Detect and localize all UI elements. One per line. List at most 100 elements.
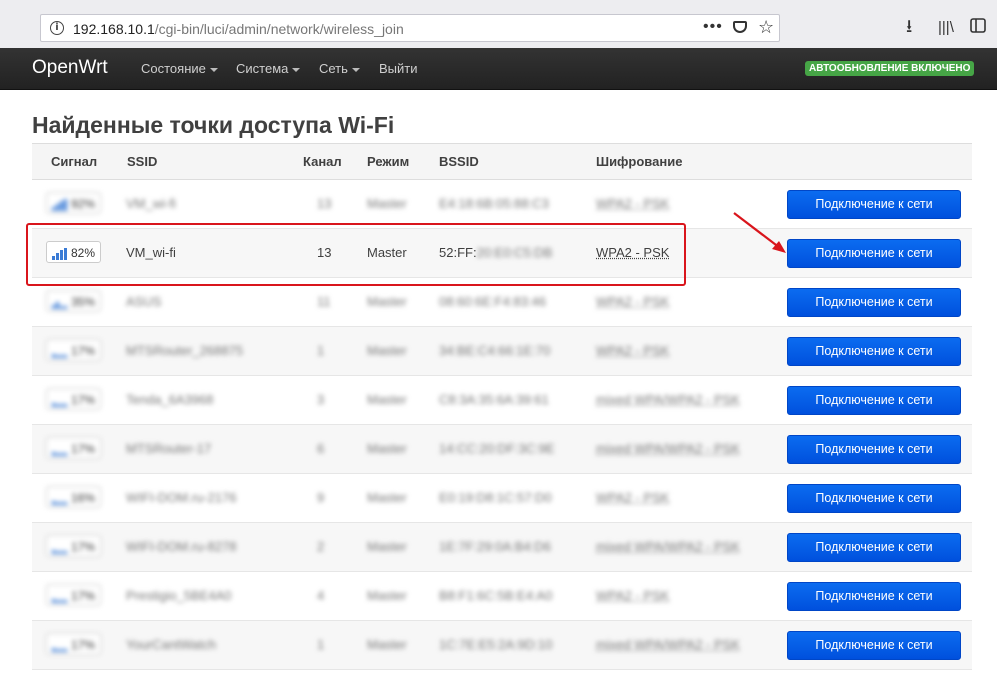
menu-network[interactable]: Сеть [319, 61, 360, 76]
signal-badge: 17% [46, 437, 102, 459]
signal-strength-icon [52, 198, 67, 211]
encryption-cell[interactable]: WPA2 - PSK [596, 343, 669, 358]
col-header-channel: Канал [303, 154, 342, 169]
download-icon[interactable]: ⭳ [906, 16, 912, 36]
page-title: Найденные точки доступа Wi-Fi [32, 112, 395, 138]
signal-badge: 17% [46, 339, 102, 361]
signal-badge: 35% [46, 290, 102, 312]
encryption-cell[interactable]: WPA2 - PSK [596, 490, 669, 505]
channel-cell: 1 [317, 637, 325, 652]
caret-down-icon [209, 67, 218, 72]
ssid-cell: Prestigio_5BE4A0 [126, 588, 232, 603]
signal-strength-icon [52, 542, 67, 554]
connect-button[interactable]: Подключение к сети [787, 533, 961, 562]
signal-strength-icon [52, 444, 67, 456]
signal-value: 17% [71, 442, 96, 456]
pocket-icon[interactable] [733, 21, 747, 33]
library-icon[interactable]: |||\ [938, 18, 954, 38]
ssid-cell: ASUS [126, 294, 162, 309]
address-bar[interactable]: i 192.168.10.1/cgi-bin/luci/admin/networ… [40, 14, 780, 42]
connect-button[interactable]: Подключение к сети [787, 190, 961, 219]
mode-cell: Master [367, 294, 407, 309]
mode-cell: Master [367, 343, 407, 358]
menu-logout[interactable]: Выйти [379, 61, 418, 76]
sidebar-icon[interactable] [970, 17, 986, 37]
bssid-cell: E4:18:6B:05:88:C3 [439, 196, 549, 211]
col-header-mode: Режим [367, 154, 410, 169]
address-url[interactable]: 192.168.10.1/cgi-bin/luci/admin/network/… [73, 21, 404, 37]
connect-button[interactable]: Подключение к сети [787, 435, 961, 464]
signal-strength-icon [52, 395, 67, 407]
connect-button[interactable]: Подключение к сети [787, 386, 961, 415]
mode-cell: Master [367, 637, 407, 652]
connect-button[interactable]: Подключение к сети [787, 484, 961, 513]
connect-button[interactable]: Подключение к сети [787, 631, 961, 660]
menu-system[interactable]: Система [236, 61, 301, 76]
channel-cell: 9 [317, 490, 325, 505]
channel-cell: 4 [317, 588, 325, 603]
signal-badge: 17% [46, 388, 102, 410]
signal-strength-icon [52, 591, 67, 603]
auto-refresh-badge[interactable]: АВТООБНОВЛЕНИЕ ВКЛЮЧЕНО [805, 61, 975, 76]
signal-badge: 17% [46, 633, 102, 655]
signal-value: 17% [71, 589, 96, 603]
arrow-annotation-icon [733, 212, 786, 253]
encryption-cell[interactable]: mixed WPA/WPA2 - PSK [596, 637, 740, 652]
table-row: 17% WIFI-DOM.ru-8278 2 Master 1E:7F:29:0A:B4… [32, 523, 972, 572]
connect-button[interactable]: Подключение к сети [787, 288, 961, 317]
col-header-signal: Сигнал [51, 154, 98, 169]
col-header-ssid: SSID [127, 154, 158, 169]
signal-badge: 16% [46, 486, 102, 508]
table-row: 16% WIFI-DOM.ru-2176 9 Master E0:19:D8:1C:57… [32, 474, 972, 523]
encryption-cell[interactable]: mixed WPA/WPA2 - PSK [596, 441, 740, 456]
connect-button[interactable]: Подключение к сети [787, 239, 961, 268]
bookmark-star-icon[interactable]: ☆ [758, 17, 774, 38]
encryption-cell[interactable]: WPA2 - PSK [596, 294, 669, 309]
ssid-cell: WIFI-DOM.ru-8278 [126, 539, 237, 554]
page-actions-menu-icon[interactable]: ••• [703, 18, 723, 36]
channel-cell: 11 [317, 294, 331, 309]
table-row: 17% YourCantWatch 1 Master 1C:7E:E5:2A:9D:10… [32, 621, 972, 670]
caret-down-icon [351, 67, 360, 72]
encryption-cell[interactable]: WPA2 - PSK [596, 196, 669, 211]
signal-value: 35% [71, 295, 96, 309]
signal-strength-icon [52, 297, 67, 309]
signal-strength-icon [52, 640, 67, 652]
bssid-cell: C8:3A:35:6A:39:61 [439, 392, 549, 407]
table-row: 17% Tenda_6A3968 3 Master C8:3A:35:6A:39:61 m… [32, 376, 972, 425]
signal-value: 17% [71, 540, 96, 554]
signal-value: 17% [71, 393, 96, 407]
menu-status[interactable]: Состояние [141, 61, 218, 76]
connect-button[interactable]: Подключение к сети [787, 337, 961, 366]
mode-cell: Master [367, 588, 407, 603]
col-header-bssid: BSSID [439, 154, 479, 169]
ssid-cell: Tenda_6A3968 [126, 392, 214, 407]
table-row: 17% MTSRouter_268875 1 Master 34:BE:C4:66:1E… [32, 327, 972, 376]
bssid-cell: 1C:7E:E5:2A:9D:10 [439, 637, 553, 652]
ssid-cell: YourCantWatch [126, 637, 217, 652]
signal-strength-icon [52, 346, 67, 358]
mode-cell: Master [367, 490, 407, 505]
encryption-cell[interactable]: WPA2 - PSK [596, 588, 669, 603]
table-row: 17% Prestigio_5BE4A0 4 Master B8:F1:6C:5B:E4… [32, 572, 972, 621]
table-row: 92% VM_wi-fi 13 Master E4:18:6B:05:88:C3 WPA2… [32, 180, 972, 229]
encryption-cell[interactable]: mixed WPA/WPA2 - PSK [596, 539, 740, 554]
bssid-cell: 1E:7F:29:0A:B4:D6 [439, 539, 552, 554]
mode-cell: Master [367, 196, 407, 211]
ssid-cell: VM_wi-fi [126, 196, 176, 211]
encryption-cell[interactable]: mixed WPA/WPA2 - PSK [596, 392, 740, 407]
highlight-annotation [26, 223, 686, 286]
connect-button[interactable]: Подключение к сети [787, 582, 961, 611]
brand-logo[interactable]: OpenWrt [32, 57, 108, 79]
caret-down-icon [292, 67, 301, 72]
signal-value: 16% [71, 491, 96, 505]
ssid-cell: WIFI-DOM.ru-2176 [126, 490, 237, 505]
channel-cell: 2 [317, 539, 325, 554]
signal-badge: 17% [46, 535, 102, 557]
table-header: Сигнал SSID Канал Режим BSSID Шифрование [32, 143, 972, 180]
mode-cell: Master [367, 441, 407, 456]
signal-badge: 92% [46, 192, 102, 214]
signal-value: 17% [71, 344, 96, 358]
info-icon[interactable]: i [50, 21, 64, 35]
channel-cell: 6 [317, 441, 325, 456]
